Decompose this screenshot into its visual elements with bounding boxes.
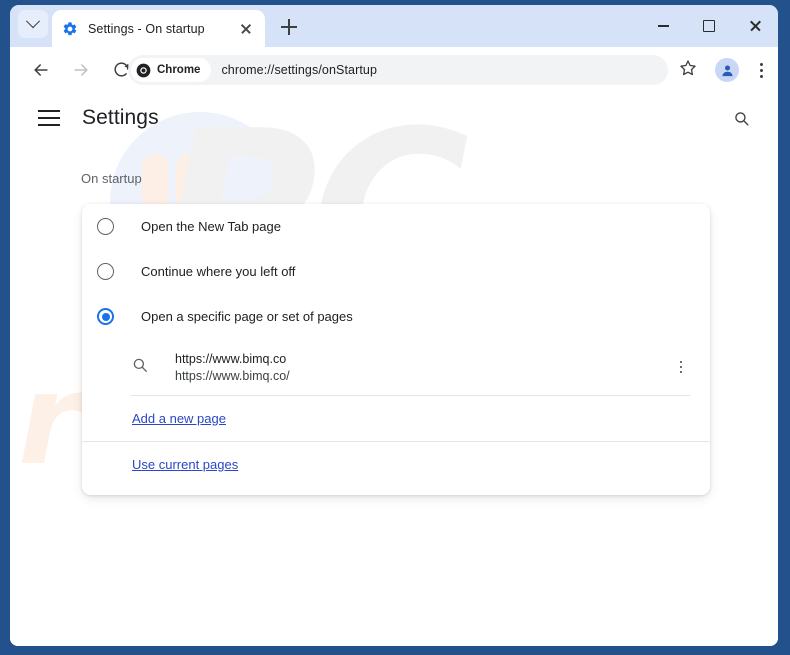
back-button[interactable] (24, 53, 58, 87)
forward-button[interactable] (64, 53, 98, 87)
startup-option-label: Open a specific page or set of pages (141, 309, 353, 324)
radio-icon[interactable] (97, 263, 114, 280)
dot (760, 63, 763, 66)
address-bar[interactable]: Chrome chrome://settings/onStartup (128, 55, 668, 85)
arrow-right-icon (71, 60, 91, 80)
browser-window-frame: Settings - On startup (0, 0, 790, 655)
settings-page: PC risk.com Settings On startup (10, 92, 778, 646)
hamburger-menu-icon[interactable] (38, 110, 60, 126)
add-new-page-row[interactable]: Add a new page (82, 396, 710, 441)
settings-header: Settings (10, 92, 778, 144)
bookmark-button[interactable] (678, 58, 702, 82)
dot (760, 75, 763, 78)
chrome-logo-icon (136, 63, 151, 78)
window-controls (640, 5, 778, 47)
dot (680, 371, 683, 374)
close-icon[interactable] (237, 20, 255, 38)
use-current-pages-link[interactable]: Use current pages (132, 457, 238, 472)
radio-icon-selected[interactable] (97, 308, 114, 325)
address-bar-url: chrome://settings/onStartup (221, 63, 377, 77)
settings-search-button[interactable] (728, 105, 754, 131)
new-tab-button[interactable] (275, 13, 303, 41)
chevron-down-icon (26, 14, 40, 28)
dot (760, 69, 763, 72)
tab-search-button[interactable] (18, 10, 48, 38)
chrome-chip-label: Chrome (157, 64, 200, 76)
star-icon (678, 58, 698, 78)
startup-page-url: https://www.bimq.co/ (175, 369, 672, 383)
section-label: On startup (81, 171, 142, 186)
minimize-icon (658, 25, 669, 27)
startup-option-continue[interactable]: Continue where you left off (82, 249, 710, 294)
startup-page-title: https://www.bimq.co (175, 352, 672, 366)
chrome-origin-chip[interactable]: Chrome (131, 58, 211, 82)
maximize-button[interactable] (686, 5, 732, 47)
person-icon (720, 63, 735, 78)
on-startup-card: Open the New Tab page Continue where you… (82, 204, 710, 495)
minimize-button[interactable] (640, 5, 686, 47)
search-icon (131, 356, 151, 379)
close-window-button[interactable] (732, 5, 778, 47)
maximize-icon (703, 20, 715, 32)
page-title: Settings (82, 106, 159, 130)
startup-page-row[interactable]: https://www.bimq.co https://www.bimq.co/ (82, 339, 710, 395)
use-current-pages-row[interactable]: Use current pages (82, 442, 710, 487)
radio-icon[interactable] (97, 218, 114, 235)
browser-menu-button[interactable] (752, 56, 770, 84)
tab-title: Settings - On startup (88, 22, 237, 36)
search-icon (733, 110, 750, 127)
startup-option-new-tab[interactable]: Open the New Tab page (82, 204, 710, 249)
arrow-left-icon (31, 60, 51, 80)
dot (680, 361, 683, 364)
gear-icon (62, 21, 78, 37)
startup-option-label: Open the New Tab page (141, 219, 281, 234)
browser-window-inner: Settings - On startup (10, 5, 778, 646)
startup-option-label: Continue where you left off (141, 264, 295, 279)
close-icon (749, 20, 762, 33)
dot (680, 366, 683, 369)
browser-toolbar: Chrome chrome://settings/onStartup (10, 47, 778, 92)
profile-avatar[interactable] (715, 58, 739, 82)
tab-strip: Settings - On startup (10, 5, 778, 47)
startup-page-more-button[interactable] (672, 355, 690, 379)
browser-tab[interactable]: Settings - On startup (52, 10, 265, 47)
add-new-page-link[interactable]: Add a new page (132, 411, 226, 426)
startup-option-specific-pages[interactable]: Open a specific page or set of pages (82, 294, 710, 339)
